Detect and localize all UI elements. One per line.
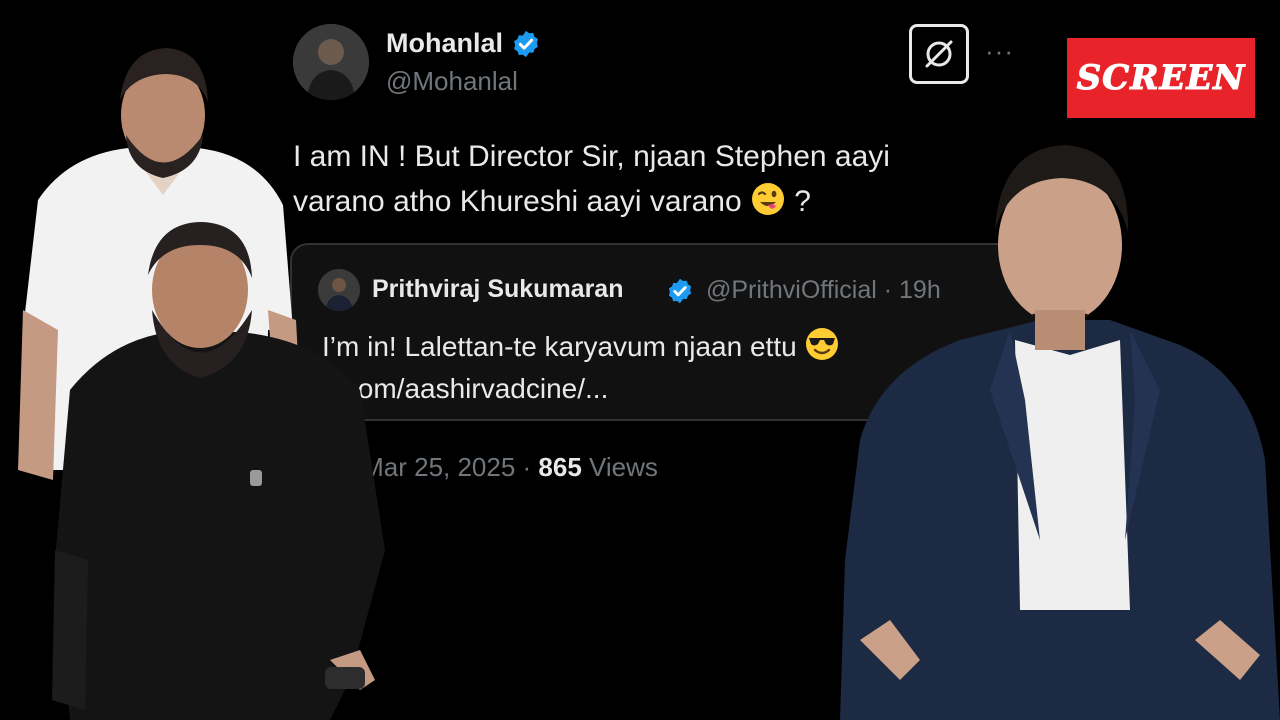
- grok-button[interactable]: [909, 24, 969, 84]
- person-black-shirt-photo: [30, 220, 400, 720]
- more-options-icon[interactable]: ···: [985, 36, 1014, 67]
- screen-logo-text: SCREEN: [1076, 58, 1246, 99]
- person-navy-suit-photo: [840, 140, 1280, 720]
- verified-badge-icon: [514, 30, 538, 57]
- quoted-author-name[interactable]: Prithviraj Sukumaran: [372, 275, 623, 304]
- tweet-text-suffix: ?: [785, 185, 811, 218]
- author-display-name[interactable]: Mohanlal: [386, 28, 503, 59]
- views-label: Views: [581, 452, 658, 482]
- author-handle[interactable]: @Mohanlal: [386, 66, 518, 97]
- verified-badge-icon: [668, 278, 692, 304]
- screen-logo: SCREEN: [1067, 38, 1255, 118]
- grok-icon: [925, 40, 953, 68]
- winking-face-with-tongue-icon: [751, 183, 784, 215]
- author-name-row: Mohanlal: [386, 28, 541, 59]
- smiling-face-with-sunglasses-icon: [806, 328, 839, 360]
- views-count: 865: [538, 452, 582, 482]
